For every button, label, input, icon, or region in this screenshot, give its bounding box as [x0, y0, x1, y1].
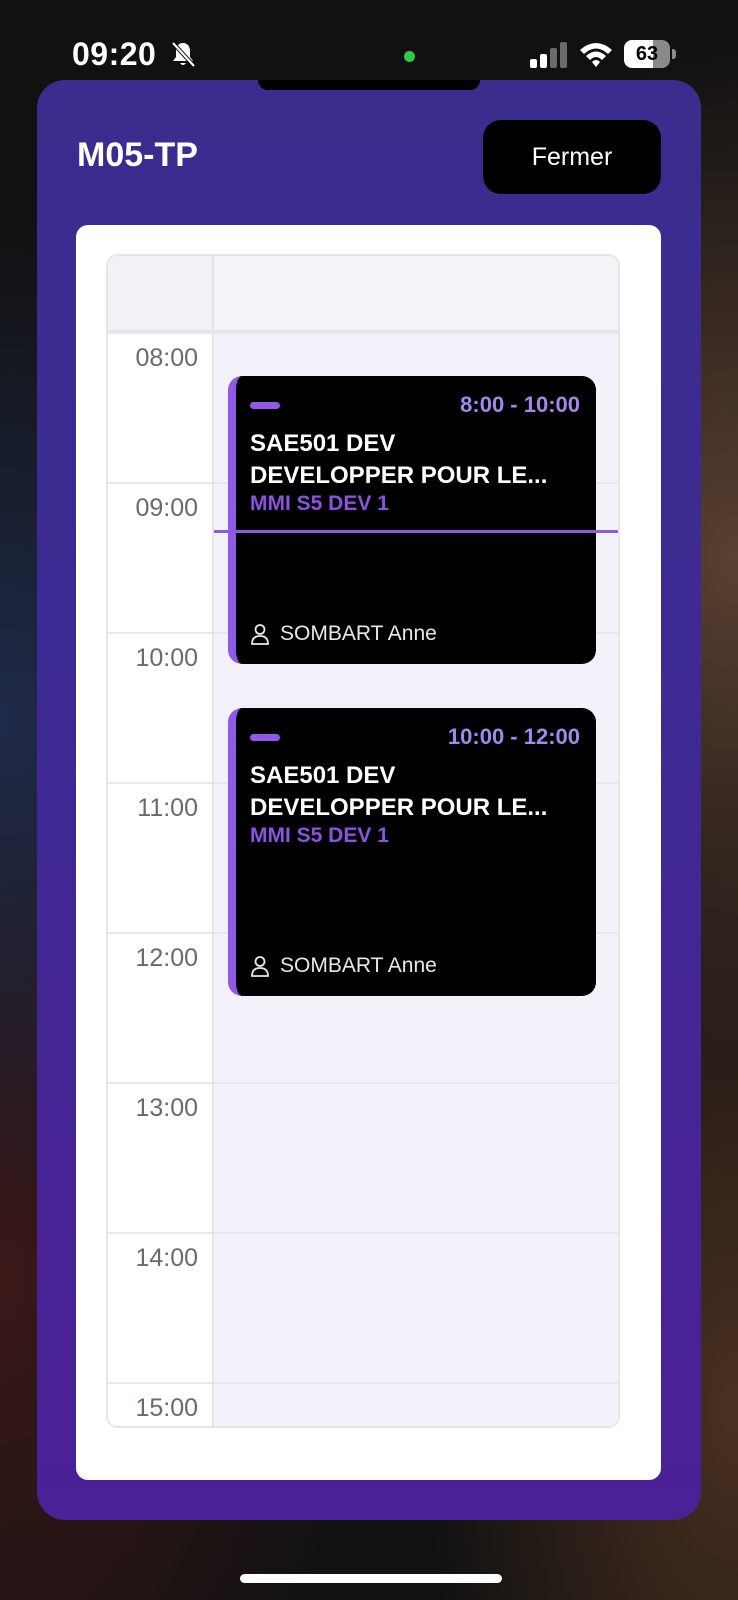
hour-label: 14:00 — [135, 1244, 198, 1272]
signal-icon — [530, 42, 567, 68]
calendar-panel: 08:00 09:00 10:00 11:00 12:00 13:00 14:0… — [76, 225, 661, 1480]
event-time: 10:00 - 12:00 — [447, 724, 580, 749]
event-teacher: SOMBART Anne — [250, 954, 437, 978]
bell-off-icon — [171, 41, 196, 68]
time-slot: 11:00 — [108, 782, 212, 932]
hour-label: 08:00 — [135, 344, 198, 372]
hour-label: 11:00 — [137, 794, 198, 822]
day-calendar: 08:00 09:00 10:00 11:00 12:00 13:00 14:0… — [106, 254, 620, 1428]
person-icon — [251, 624, 269, 645]
hour-label: 13:00 — [135, 1094, 198, 1122]
hour-label: 10:00 — [135, 644, 198, 672]
event-title-line: SAE501 DEV — [250, 430, 396, 457]
event-teacher-name: SOMBART Anne — [280, 954, 437, 977]
day-column[interactable]: 8:00 - 10:00 SAE501 DEV DEVELOPPER POUR … — [214, 332, 618, 1426]
screen: 09:20 63 M05-TP Fermer 08:00 09:00 10:00… — [0, 0, 738, 1600]
calendar-header-corner — [108, 256, 214, 332]
hour-label: 09:00 — [135, 494, 198, 522]
camera-indicator-icon — [404, 51, 415, 62]
battery-tip — [672, 49, 676, 59]
time-slot: 09:00 — [108, 482, 212, 632]
time-column: 08:00 09:00 10:00 11:00 12:00 13:00 14:0… — [108, 332, 214, 1426]
wifi-icon — [580, 43, 612, 67]
event-title-line: DEVELOPPER POUR LE... — [250, 462, 548, 489]
event-teacher-name: SOMBART Anne — [280, 622, 437, 645]
hour-label: 12:00 — [135, 944, 198, 972]
hour-label: 15:00 — [135, 1394, 198, 1422]
time-slot: 08:00 — [108, 332, 212, 482]
battery-icon: 63 — [624, 40, 676, 68]
status-time: 09:20 — [72, 36, 157, 72]
event-modal: M05-TP Fermer 08:00 09:00 10:00 11:00 12… — [37, 80, 701, 1520]
day-slot — [214, 1082, 618, 1232]
event-color-dash — [250, 734, 280, 741]
day-slot — [214, 1382, 618, 1426]
person-icon — [251, 956, 269, 977]
event-time: 8:00 - 10:00 — [460, 392, 580, 417]
modal-title: M05-TP — [77, 136, 198, 174]
home-indicator[interactable] — [240, 1574, 502, 1583]
event-teacher: SOMBART Anne — [250, 622, 437, 646]
day-slot — [214, 1232, 618, 1382]
event-card[interactable]: 8:00 - 10:00 SAE501 DEV DEVELOPPER POUR … — [228, 376, 596, 664]
event-title: SAE501 DEV DEVELOPPER POUR LE... — [250, 428, 590, 492]
time-slot: 14:00 — [108, 1232, 212, 1382]
time-slot: 15:00 — [108, 1382, 212, 1426]
event-title: SAE501 DEV DEVELOPPER POUR LE... — [250, 760, 590, 824]
event-title-line: SAE501 DEV — [250, 762, 396, 789]
event-card[interactable]: 10:00 - 12:00 SAE501 DEV DEVELOPPER POUR… — [228, 708, 596, 996]
time-slot: 10:00 — [108, 632, 212, 782]
battery-percent: 63 — [635, 43, 659, 65]
close-button[interactable]: Fermer — [483, 120, 661, 194]
event-color-dash — [250, 402, 280, 409]
event-title-line: DEVELOPPER POUR LE... — [250, 794, 548, 821]
calendar-header-day — [214, 256, 618, 332]
time-slot: 13:00 — [108, 1082, 212, 1232]
dynamic-island — [258, 80, 480, 90]
current-time-line — [214, 530, 618, 533]
event-group: MMI S5 DEV 1 — [250, 824, 389, 847]
event-group: MMI S5 DEV 1 — [250, 492, 389, 515]
time-slot: 12:00 — [108, 932, 212, 1082]
